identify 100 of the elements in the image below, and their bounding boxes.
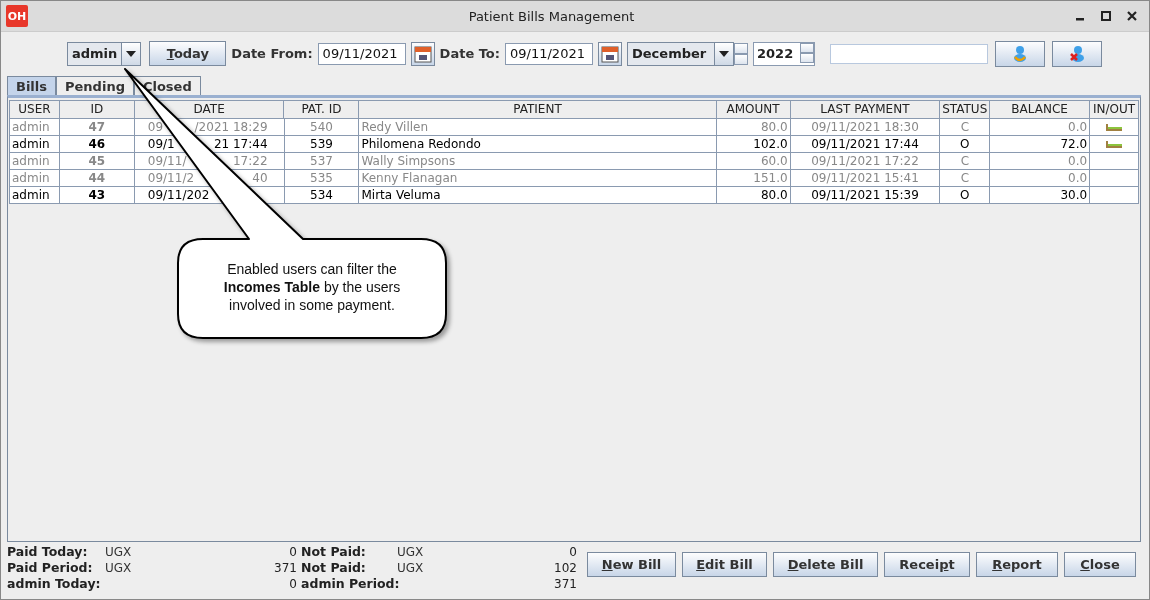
table-cell: 09/11/2021 18:30 — [790, 119, 941, 135]
caret-icon — [126, 50, 137, 57]
table-cell: C — [940, 153, 991, 169]
table-cell: 09/11/2021 15:41 — [790, 170, 941, 186]
calendar-button[interactable] — [410, 41, 435, 66]
table-cell: 80.0 — [716, 119, 791, 135]
month-dropdown[interactable]: December — [627, 41, 734, 66]
action-button[interactable]: Report — [976, 552, 1058, 577]
table-cell: admin — [10, 170, 60, 186]
action-button[interactable]: Edit Bill — [682, 552, 767, 577]
table-cell: Kenny Flanagan — [359, 170, 717, 186]
user-sync-icon — [1012, 44, 1028, 63]
table-cell: Philomena Redondo — [359, 136, 717, 152]
table-cell: 0.0 — [990, 170, 1091, 186]
date-to-label: Date To: — [439, 46, 500, 61]
table-cell: 102.0 — [716, 136, 791, 152]
table-cell: 21 17:44 — [213, 136, 268, 152]
table-cell: 09/11/ — [147, 153, 187, 169]
action-button[interactable]: Close — [1064, 552, 1136, 577]
year-spinner[interactable]: 2022 — [753, 41, 815, 66]
table-cell: 09/11/2021 17:44 — [790, 136, 941, 152]
currency-label: UGX — [105, 545, 132, 559]
table-cell: C — [940, 170, 991, 186]
table-cell: 09/11/202 — [147, 187, 210, 203]
currency-label: UGX — [105, 561, 132, 575]
action-button[interactable]: Receipt — [884, 552, 970, 577]
table-cell: 151.0 — [716, 170, 791, 186]
table-cell: 46 — [59, 136, 135, 152]
table-cell: 80.0 — [716, 187, 791, 203]
table-cell: 45 — [59, 153, 135, 169]
summary-value: 102 — [553, 560, 578, 576]
table-cell: 44 — [59, 170, 135, 186]
table-cell: admin — [10, 153, 60, 169]
column-header[interactable]: BALANCE — [990, 101, 1091, 118]
table-cell: 539 — [284, 136, 360, 152]
table-cell: Redy Villen — [359, 119, 717, 135]
table-cell: O — [940, 187, 991, 203]
table-cell: admin — [10, 187, 60, 203]
summary-value: 371 — [553, 576, 578, 592]
table-cell: 09/11/2021 17:22 — [790, 153, 941, 169]
table-cell: Mirta Veluma — [359, 187, 717, 203]
table-cell: /2021 18:29 — [194, 119, 268, 135]
window-title: Patient Bills Management — [467, 8, 636, 24]
table-cell: Wally Simpsons — [359, 153, 717, 169]
summary-value: 371 — [273, 560, 298, 576]
table-cell: 09 — [147, 119, 164, 135]
month-spinner[interactable] — [734, 42, 748, 65]
summary-value: 0 — [288, 544, 298, 560]
table-cell: C — [940, 119, 991, 135]
user-remove-button[interactable] — [1052, 40, 1102, 67]
caret-icon — [719, 50, 729, 57]
summary-label: admin Today: — [7, 576, 102, 592]
table-cell: 17:22 — [232, 153, 268, 169]
calendar-button[interactable] — [598, 41, 622, 66]
table-cell: 540 — [284, 119, 360, 135]
app-logo: OH — [6, 5, 28, 27]
summary-label: Paid Today: — [7, 544, 89, 560]
table-cell: 534 — [284, 187, 360, 203]
table-cell: 72.0 — [990, 136, 1091, 152]
table-cell: 60.0 — [716, 153, 791, 169]
table-cell: 537 — [284, 153, 360, 169]
tab[interactable]: Pending — [56, 76, 134, 95]
table-cell: admin — [10, 136, 60, 152]
today-button[interactable]: Today — [149, 41, 227, 66]
action-button[interactable]: New Bill — [587, 552, 676, 577]
table-cell: 0.0 — [990, 153, 1091, 169]
column-header[interactable]: PATIENT — [359, 101, 717, 118]
column-header[interactable]: IN/OUT — [1090, 101, 1139, 118]
summary-label: Paid Period: — [7, 560, 94, 576]
column-header[interactable]: USER — [10, 101, 60, 118]
column-header[interactable]: STATUS — [940, 101, 991, 118]
summary-label: Not Paid: — [301, 544, 367, 560]
summary-label: admin Period: — [301, 576, 397, 592]
user-remove-icon — [1069, 44, 1085, 63]
user-refresh-button[interactable] — [995, 40, 1045, 67]
summary-value: 0 — [568, 544, 578, 560]
table-cell: 09/1 — [147, 136, 175, 152]
table-cell: 535 — [284, 170, 360, 186]
table-cell: 09/11/2 — [147, 170, 195, 186]
maximize-icon[interactable] — [1101, 11, 1111, 21]
table-cell: 09/11/2021 15:39 — [790, 187, 941, 203]
tab[interactable]: Bills — [7, 76, 56, 95]
table-cell: 0.0 — [990, 119, 1091, 135]
search-field[interactable] — [830, 43, 988, 64]
user-dropdown[interactable]: admin — [67, 41, 142, 66]
table-cell: O — [940, 136, 991, 152]
table-cell: 30.0 — [990, 187, 1091, 203]
column-header[interactable]: PAT. ID — [284, 101, 360, 118]
action-button[interactable]: Delete Bill — [773, 552, 878, 577]
date-from-label: Date From: — [231, 46, 313, 61]
table-cell: 47 — [59, 119, 135, 135]
column-header[interactable]: LAST PAYMENT — [790, 101, 941, 118]
close-icon[interactable] — [1127, 11, 1137, 21]
summary-label: Not Paid: — [301, 560, 367, 576]
column-header[interactable]: ID — [59, 101, 135, 118]
table-cell: 43 — [59, 187, 135, 203]
currency-label: UGX — [397, 561, 424, 575]
date-from-field[interactable]: 09/11/2021 — [317, 42, 406, 65]
column-header[interactable]: AMOUNT — [716, 101, 791, 118]
date-to-field[interactable]: 09/11/2021 — [505, 42, 593, 65]
